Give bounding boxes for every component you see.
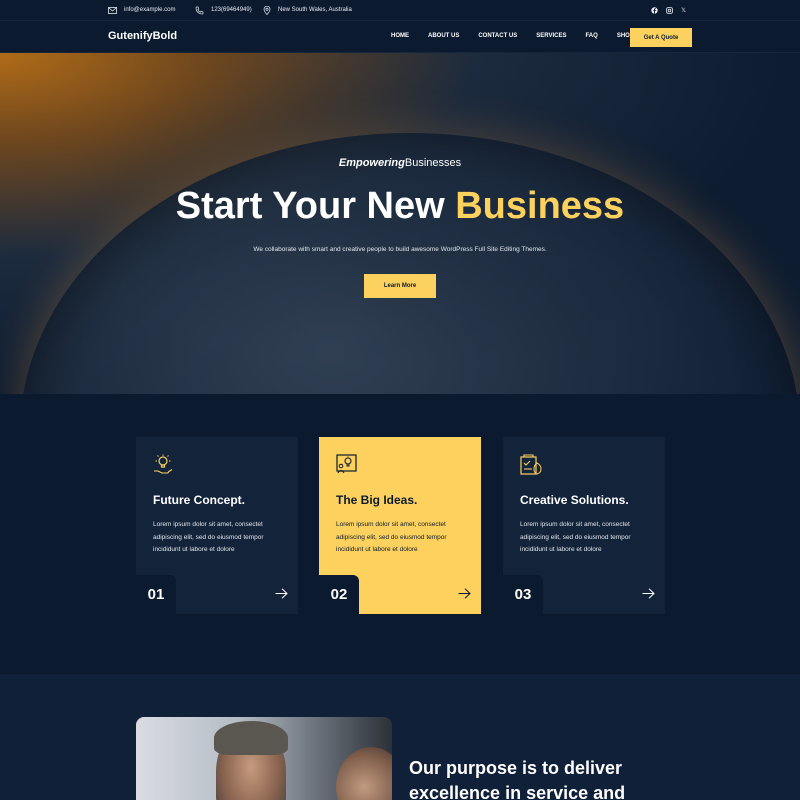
feature-text: Lorem ipsum dolor sit amet, consectet ad… [336,521,447,553]
idea-board-icon [336,454,357,474]
feature-card[interactable]: Creative Solutions. Lorem ipsum dolor si… [503,437,665,614]
hero-title: Start Your New Business [0,185,800,228]
nav-item-contact-us[interactable]: CONTACT US [478,33,517,39]
phone-text: 123(69464949) [211,7,252,13]
envelope-icon [108,6,117,14]
nav-item-faq[interactable]: FAQ [585,33,597,39]
facebook-icon[interactable] [651,6,658,14]
purpose-section: Our purpose is to deliver excellence in … [0,674,800,800]
get-a-quote-button[interactable]: Get A Quote [630,28,692,47]
feature-title: Creative Solutions. [520,493,629,507]
phone-icon [195,6,204,14]
learn-more-button[interactable]: Learn More [364,274,436,298]
instagram-icon[interactable] [666,6,673,14]
feature-card-active[interactable]: The Big Ideas. Lorem ipsum dolor sit ame… [319,437,481,614]
arrow-right-icon[interactable] [458,588,471,599]
feature-number: 02 [319,575,359,614]
feature-number: 03 [503,575,543,614]
purpose-heading: Our purpose is to deliver excellence in … [409,758,626,800]
features-section: Future Concept. Lorem ipsum dolor sit am… [0,394,800,674]
email-text: info@example.com [124,7,176,13]
arrow-right-icon[interactable] [275,588,288,599]
email-info[interactable]: info@example.com [108,0,175,20]
hero-eyebrow-rest: Businesses [404,157,462,169]
site-logo[interactable]: GutenifyBold [108,30,177,42]
hero-subtitle: We collaborate with smart and creative p… [253,246,547,253]
map-pin-icon [263,5,271,15]
hero-eyebrow-emphasis: Empowering [338,157,405,169]
location-info: New South Wales, Australia [263,0,352,20]
nav-menu: HOME ABOUT US CONTACT US SERVICES FAQ SH… [391,33,653,39]
feature-text: Lorem ipsum dolor sit amet, consectet ad… [520,521,631,553]
x-icon[interactable]: 𝕏 [681,7,686,14]
nav-item-services[interactable]: SERVICES [536,33,566,39]
nav-item-home[interactable]: HOME [391,33,409,39]
feature-text: Lorem ipsum dolor sit amet, consectet ad… [153,521,264,553]
checklist-icon [520,454,542,475]
person-image [336,747,392,800]
main-navigation: GutenifyBold HOME ABOUT US CONTACT US SE… [0,20,800,53]
lightbulb-hand-icon [154,454,173,474]
arrow-right-icon[interactable] [642,588,655,599]
team-photo [136,717,392,800]
nav-item-about-us[interactable]: ABOUT US [428,33,459,39]
hero-section: EmpoweringBusinesses Start Your New Busi… [0,53,800,394]
hero-eyebrow: EmpoweringBusinesses [0,157,800,169]
hero-title-accent: Business [455,185,625,227]
location-text: New South Wales, Australia [278,7,352,13]
feature-title: Future Concept. [153,493,245,507]
person-hair [214,721,288,755]
top-info-bar: info@example.com 123(69464949) New South… [0,0,800,20]
feature-card[interactable]: Future Concept. Lorem ipsum dolor sit am… [136,437,298,614]
social-links: 𝕏 [651,0,686,20]
phone-info[interactable]: 123(69464949) [195,0,252,20]
feature-title: The Big Ideas. [336,493,418,507]
feature-number: 01 [136,575,176,614]
hero-title-main: Start Your New [175,185,456,227]
